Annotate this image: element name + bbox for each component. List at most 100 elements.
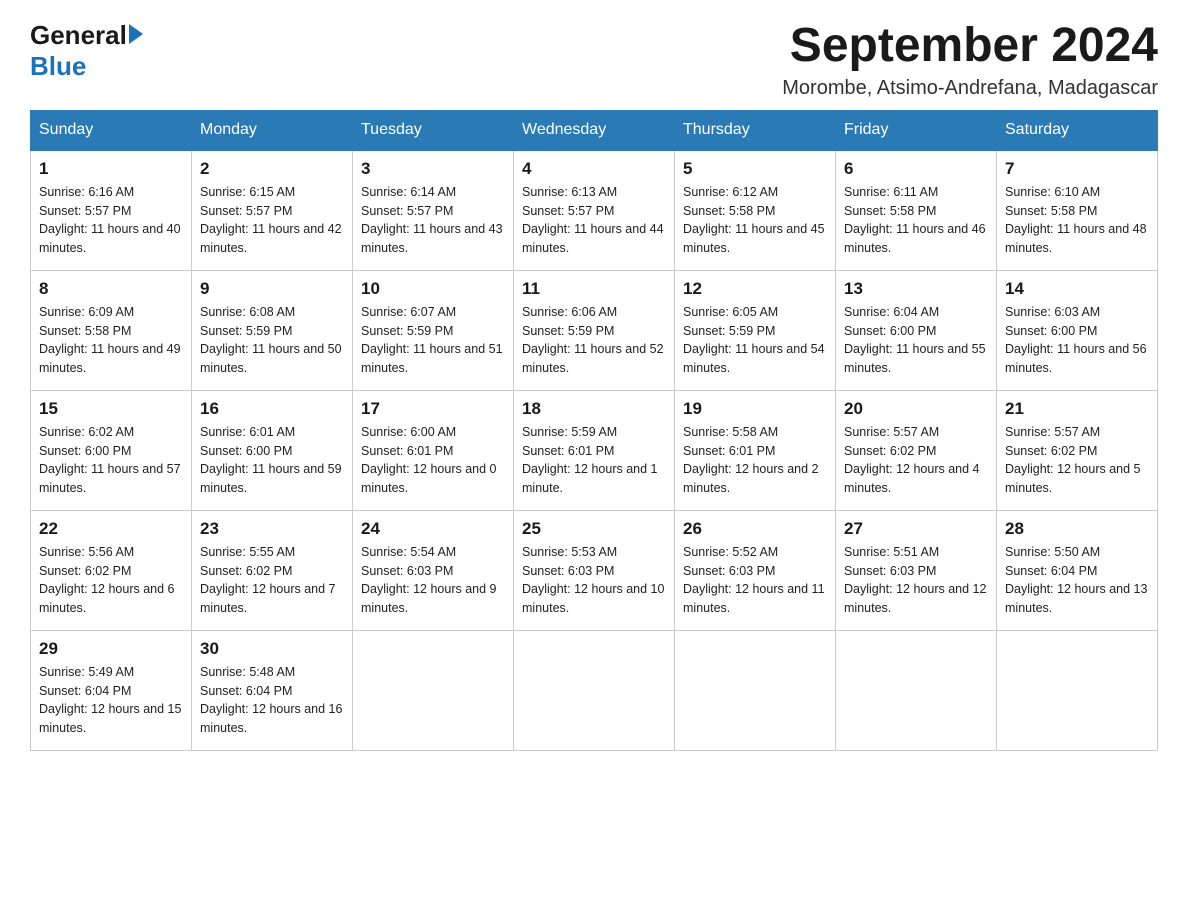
calendar-cell: 7 Sunrise: 6:10 AMSunset: 5:58 PMDaylight… bbox=[997, 150, 1158, 271]
calendar-cell: 3 Sunrise: 6:14 AMSunset: 5:57 PMDaylight… bbox=[353, 150, 514, 271]
calendar-cell: 17 Sunrise: 6:00 AMSunset: 6:01 PMDayligh… bbox=[353, 390, 514, 510]
calendar-cell: 10 Sunrise: 6:07 AMSunset: 5:59 PMDayligh… bbox=[353, 270, 514, 390]
cell-sun-info: Sunrise: 5:51 AMSunset: 6:03 PMDaylight:… bbox=[844, 543, 988, 618]
cell-day-number: 21 bbox=[1005, 399, 1149, 419]
cell-day-number: 2 bbox=[200, 159, 344, 179]
cell-sun-info: Sunrise: 5:57 AMSunset: 6:02 PMDaylight:… bbox=[1005, 423, 1149, 498]
calendar-cell: 27 Sunrise: 5:51 AMSunset: 6:03 PMDayligh… bbox=[836, 510, 997, 630]
calendar-cell: 8 Sunrise: 6:09 AMSunset: 5:58 PMDaylight… bbox=[31, 270, 192, 390]
cell-day-number: 29 bbox=[39, 639, 183, 659]
cell-day-number: 7 bbox=[1005, 159, 1149, 179]
calendar-table: SundayMondayTuesdayWednesdayThursdayFrid… bbox=[30, 110, 1158, 751]
cell-sun-info: Sunrise: 6:04 AMSunset: 6:00 PMDaylight:… bbox=[844, 303, 988, 378]
day-header-thursday: Thursday bbox=[675, 110, 836, 150]
calendar-cell: 30 Sunrise: 5:48 AMSunset: 6:04 PMDayligh… bbox=[192, 630, 353, 750]
calendar-cell: 5Sunrise: 6:12 AMSunset: 5:58 PMDaylight… bbox=[675, 150, 836, 271]
cell-day-number: 15 bbox=[39, 399, 183, 419]
cell-sun-info: Sunrise: 6:16 AMSunset: 5:57 PMDaylight:… bbox=[39, 183, 183, 258]
calendar-cell: 11Sunrise: 6:06 AMSunset: 5:59 PMDayligh… bbox=[514, 270, 675, 390]
cell-day-number: 19 bbox=[683, 399, 827, 419]
cell-day-number: 11 bbox=[522, 279, 666, 299]
cell-sun-info: Sunrise: 5:59 AMSunset: 6:01 PMDaylight:… bbox=[522, 423, 666, 498]
cell-sun-info: Sunrise: 6:13 AMSunset: 5:57 PMDaylight:… bbox=[522, 183, 666, 258]
cell-day-number: 6 bbox=[844, 159, 988, 179]
cell-sun-info: Sunrise: 5:50 AMSunset: 6:04 PMDaylight:… bbox=[1005, 543, 1149, 618]
cell-sun-info: Sunrise: 5:54 AMSunset: 6:03 PMDaylight:… bbox=[361, 543, 505, 618]
logo: General Blue bbox=[30, 20, 143, 82]
cell-sun-info: Sunrise: 6:02 AMSunset: 6:00 PMDaylight:… bbox=[39, 423, 183, 498]
calendar-cell: 23 Sunrise: 5:55 AMSunset: 6:02 PMDayligh… bbox=[192, 510, 353, 630]
calendar-cell bbox=[353, 630, 514, 750]
calendar-cell: 6 Sunrise: 6:11 AMSunset: 5:58 PMDaylight… bbox=[836, 150, 997, 271]
calendar-week-row: 15 Sunrise: 6:02 AMSunset: 6:00 PMDayligh… bbox=[31, 390, 1158, 510]
calendar-cell: 4 Sunrise: 6:13 AMSunset: 5:57 PMDaylight… bbox=[514, 150, 675, 271]
day-header-tuesday: Tuesday bbox=[353, 110, 514, 150]
cell-day-number: 23 bbox=[200, 519, 344, 539]
cell-day-number: 12 bbox=[683, 279, 827, 299]
calendar-cell: 24 Sunrise: 5:54 AMSunset: 6:03 PMDayligh… bbox=[353, 510, 514, 630]
page-header: General Blue September 2024 Morombe, Ats… bbox=[30, 20, 1158, 100]
day-header-wednesday: Wednesday bbox=[514, 110, 675, 150]
cell-sun-info: Sunrise: 5:55 AMSunset: 6:02 PMDaylight:… bbox=[200, 543, 344, 618]
calendar-cell: 14Sunrise: 6:03 AMSunset: 6:00 PMDayligh… bbox=[997, 270, 1158, 390]
cell-sun-info: Sunrise: 5:56 AMSunset: 6:02 PMDaylight:… bbox=[39, 543, 183, 618]
cell-day-number: 17 bbox=[361, 399, 505, 419]
cell-sun-info: Sunrise: 5:53 AMSunset: 6:03 PMDaylight:… bbox=[522, 543, 666, 618]
calendar-cell bbox=[836, 630, 997, 750]
logo-arrow-icon bbox=[129, 24, 143, 44]
calendar-cell bbox=[675, 630, 836, 750]
cell-sun-info: Sunrise: 5:52 AMSunset: 6:03 PMDaylight:… bbox=[683, 543, 827, 618]
calendar-header-row: SundayMondayTuesdayWednesdayThursdayFrid… bbox=[31, 110, 1158, 150]
cell-day-number: 10 bbox=[361, 279, 505, 299]
cell-day-number: 30 bbox=[200, 639, 344, 659]
cell-sun-info: Sunrise: 6:05 AMSunset: 5:59 PMDaylight:… bbox=[683, 303, 827, 378]
cell-day-number: 20 bbox=[844, 399, 988, 419]
calendar-cell: 21 Sunrise: 5:57 AMSunset: 6:02 PMDayligh… bbox=[997, 390, 1158, 510]
cell-sun-info: Sunrise: 6:03 AMSunset: 6:00 PMDaylight:… bbox=[1005, 303, 1149, 378]
cell-sun-info: Sunrise: 6:08 AMSunset: 5:59 PMDaylight:… bbox=[200, 303, 344, 378]
calendar-week-row: 22Sunrise: 5:56 AMSunset: 6:02 PMDayligh… bbox=[31, 510, 1158, 630]
calendar-cell: 20 Sunrise: 5:57 AMSunset: 6:02 PMDayligh… bbox=[836, 390, 997, 510]
cell-sun-info: Sunrise: 6:11 AMSunset: 5:58 PMDaylight:… bbox=[844, 183, 988, 258]
calendar-cell: 12 Sunrise: 6:05 AMSunset: 5:59 PMDayligh… bbox=[675, 270, 836, 390]
calendar-cell: 9 Sunrise: 6:08 AMSunset: 5:59 PMDaylight… bbox=[192, 270, 353, 390]
cell-sun-info: Sunrise: 5:57 AMSunset: 6:02 PMDaylight:… bbox=[844, 423, 988, 498]
cell-sun-info: Sunrise: 6:07 AMSunset: 5:59 PMDaylight:… bbox=[361, 303, 505, 378]
cell-sun-info: Sunrise: 5:48 AMSunset: 6:04 PMDaylight:… bbox=[200, 663, 344, 738]
day-header-saturday: Saturday bbox=[997, 110, 1158, 150]
cell-sun-info: Sunrise: 6:12 AMSunset: 5:58 PMDaylight:… bbox=[683, 183, 827, 258]
calendar-cell: 13 Sunrise: 6:04 AMSunset: 6:00 PMDayligh… bbox=[836, 270, 997, 390]
cell-day-number: 4 bbox=[522, 159, 666, 179]
month-title: September 2024 bbox=[782, 20, 1158, 73]
calendar-cell: 18 Sunrise: 5:59 AMSunset: 6:01 PMDayligh… bbox=[514, 390, 675, 510]
cell-sun-info: Sunrise: 6:01 AMSunset: 6:00 PMDaylight:… bbox=[200, 423, 344, 498]
cell-day-number: 18 bbox=[522, 399, 666, 419]
logo-general-text: General bbox=[30, 20, 127, 51]
calendar-cell: 1Sunrise: 6:16 AMSunset: 5:57 PMDaylight… bbox=[31, 150, 192, 271]
cell-sun-info: Sunrise: 6:09 AMSunset: 5:58 PMDaylight:… bbox=[39, 303, 183, 378]
cell-day-number: 28 bbox=[1005, 519, 1149, 539]
cell-day-number: 27 bbox=[844, 519, 988, 539]
cell-day-number: 13 bbox=[844, 279, 988, 299]
cell-sun-info: Sunrise: 6:00 AMSunset: 6:01 PMDaylight:… bbox=[361, 423, 505, 498]
cell-sun-info: Sunrise: 6:14 AMSunset: 5:57 PMDaylight:… bbox=[361, 183, 505, 258]
cell-day-number: 3 bbox=[361, 159, 505, 179]
calendar-week-row: 29Sunrise: 5:49 AMSunset: 6:04 PMDayligh… bbox=[31, 630, 1158, 750]
calendar-cell bbox=[997, 630, 1158, 750]
cell-day-number: 24 bbox=[361, 519, 505, 539]
cell-day-number: 9 bbox=[200, 279, 344, 299]
calendar-cell: 28 Sunrise: 5:50 AMSunset: 6:04 PMDayligh… bbox=[997, 510, 1158, 630]
cell-day-number: 8 bbox=[39, 279, 183, 299]
calendar-cell: 19Sunrise: 5:58 AMSunset: 6:01 PMDayligh… bbox=[675, 390, 836, 510]
day-header-friday: Friday bbox=[836, 110, 997, 150]
calendar-cell bbox=[514, 630, 675, 750]
cell-day-number: 26 bbox=[683, 519, 827, 539]
day-header-sunday: Sunday bbox=[31, 110, 192, 150]
cell-sun-info: Sunrise: 6:10 AMSunset: 5:58 PMDaylight:… bbox=[1005, 183, 1149, 258]
calendar-cell: 15 Sunrise: 6:02 AMSunset: 6:00 PMDayligh… bbox=[31, 390, 192, 510]
calendar-cell: 26 Sunrise: 5:52 AMSunset: 6:03 PMDayligh… bbox=[675, 510, 836, 630]
calendar-cell: 29Sunrise: 5:49 AMSunset: 6:04 PMDayligh… bbox=[31, 630, 192, 750]
title-area: September 2024 Morombe, Atsimo-Andrefana… bbox=[782, 20, 1158, 100]
calendar-cell: 2Sunrise: 6:15 AMSunset: 5:57 PMDaylight… bbox=[192, 150, 353, 271]
cell-day-number: 16 bbox=[200, 399, 344, 419]
